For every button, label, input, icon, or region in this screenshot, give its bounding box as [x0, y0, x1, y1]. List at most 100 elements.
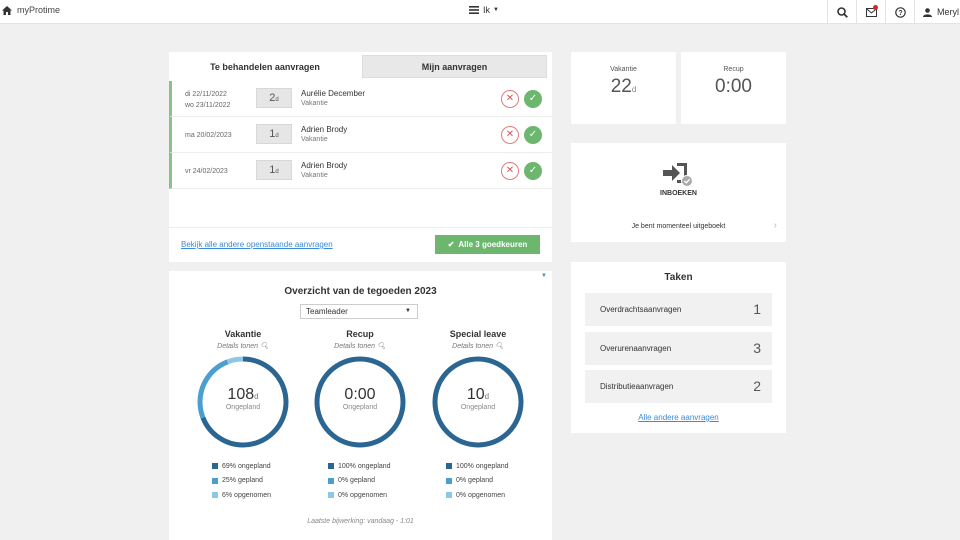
request-row[interactable]: ma 20/02/2023 1d Adrien Brody Vakantie ✕ …: [169, 117, 552, 153]
tab-mijn-aanvragen[interactable]: Mijn aanvragen: [362, 55, 547, 78]
request-type: Vakantie: [301, 100, 328, 107]
request-person-name: Adrien Brody: [301, 161, 348, 170]
donut-center: 10d Ongepland: [431, 386, 525, 411]
donut-unit: d: [484, 392, 490, 401]
balance-name: Recup: [346, 329, 374, 339]
reject-button[interactable]: ✕: [501, 126, 519, 144]
request-row[interactable]: vr 24/02/2023 1d Adrien Brody Vakantie ✕ …: [169, 153, 552, 189]
request-dates: di 22/11/2022 wo 23/11/2022: [185, 89, 230, 111]
legend-special-leave: 100% ongepland 0% gepland 0% opgenomen: [446, 459, 509, 503]
approve-button[interactable]: ✓: [524, 90, 542, 108]
stat-vakantie[interactable]: Vakantie 22d: [571, 52, 676, 124]
legend-item: 0% opgenomen: [328, 488, 391, 503]
details-link[interactable]: Details tonen 🔍︎: [310, 342, 410, 350]
legend-swatch: [446, 492, 452, 499]
chevron-right-icon: ›: [773, 220, 777, 231]
legend-recup: 100% ongepland 0% gepland 0% opgenomen: [328, 459, 391, 503]
request-person: Aurélie December Vakantie: [301, 89, 365, 109]
balance-name: Special leave: [449, 329, 507, 339]
donut-chart-vakantie: 108d Ongepland: [196, 355, 290, 449]
stat-value: 22: [610, 76, 632, 97]
task-item[interactable]: Distributieaanvragen 2: [585, 370, 772, 403]
request-days-badge: 2d: [256, 88, 292, 108]
team-filter-select[interactable]: Teamleader ▼: [300, 304, 418, 319]
donut-value: 0:00: [344, 386, 376, 403]
notification-dot: [873, 5, 878, 10]
request-type: Vakantie: [301, 172, 328, 179]
last-updated: Laatste bijwerking: vandaag - 1:01: [307, 518, 414, 525]
request-dates: vr 24/02/2023: [185, 166, 228, 177]
legend-label: 100% ongepland: [456, 462, 509, 470]
request-row[interactable]: di 22/11/2022 wo 23/11/2022 2d Aurélie D…: [169, 81, 552, 117]
clock-status: Je bent momenteel uitgeboekt: [631, 223, 726, 230]
request-days-unit: d: [275, 133, 279, 139]
approve-button[interactable]: ✓: [524, 126, 542, 144]
request-person: Adrien Brody Vakantie: [301, 125, 347, 145]
top-bar: myProtime Ik ▼ ? Meryl: [0, 0, 960, 24]
magnifier-icon: 🔍︎: [376, 343, 386, 350]
task-label: Overurenaanvragen: [600, 344, 672, 353]
reject-button[interactable]: ✕: [501, 162, 519, 180]
donut-chart-recup: 0:00 Ongepland: [313, 355, 407, 449]
collapse-icon[interactable]: ▼: [541, 273, 547, 279]
clock-in-card[interactable]: INBOEKEN Je bent momenteel uitgeboekt ›: [571, 143, 786, 242]
donut-chart-special-leave: 10d Ongepland: [431, 355, 525, 449]
request-date-start: di 22/11/2022: [185, 91, 227, 98]
user-menu-dropdown[interactable]: Ik ▼: [469, 5, 499, 15]
home-icon: [2, 5, 12, 15]
request-type: Vakantie: [301, 136, 328, 143]
legend-swatch: [328, 492, 334, 499]
balance-name: Vakantie: [224, 329, 262, 339]
search-button[interactable]: [827, 0, 856, 24]
details-label: Details tonen: [452, 343, 493, 350]
donut-value: 10: [466, 386, 485, 403]
details-link[interactable]: Details tonen 🔍︎: [428, 342, 528, 350]
balance-overview-card: ▼ Overzicht van de tegoeden 2023 Teamlea…: [169, 271, 552, 540]
request-date-start: ma 20/02/2023: [185, 132, 232, 139]
help-button[interactable]: ?: [885, 0, 914, 24]
tab-te-behandelen[interactable]: Te behandelen aanvragen: [169, 52, 361, 81]
legend-vakantie: 69% ongepland 25% gepland 6% opgenomen: [212, 459, 271, 503]
donut-sub-label: Ongepland: [460, 404, 496, 411]
donut-sub-label: Ongepland: [225, 404, 261, 411]
legend-label: 0% opgenomen: [338, 491, 388, 499]
balance-vakantie: Vakantie Details tonen 🔍︎: [193, 329, 293, 350]
legend-label: 0% gepland: [338, 477, 375, 485]
legend-label: 0% opgenomen: [456, 491, 506, 499]
legend-label: 6% opgenomen: [222, 491, 272, 499]
task-label: Overdrachtsaanvragen: [600, 305, 682, 314]
task-item[interactable]: Overdrachtsaanvragen 1: [585, 293, 772, 326]
legend-item: 100% ongepland: [446, 459, 509, 474]
stat-recup[interactable]: Recup 0:00: [681, 52, 786, 124]
task-item[interactable]: Overurenaanvragen 3: [585, 332, 772, 365]
help-icon: ?: [894, 6, 906, 18]
legend-label: 69% ongepland: [222, 462, 271, 470]
stat-label: Vakantie: [610, 66, 637, 73]
user-name: Meryl: [937, 7, 959, 17]
approve-all-button[interactable]: ✔ Alle 3 goedkeuren: [435, 235, 540, 254]
approve-button[interactable]: ✓: [524, 162, 542, 180]
user-profile-button[interactable]: Meryl: [914, 0, 960, 24]
details-link[interactable]: Details tonen 🔍︎: [193, 342, 293, 350]
legend-swatch: [212, 463, 218, 470]
legend-swatch: [446, 477, 452, 484]
clock-in-icon: [663, 163, 693, 187]
legend-item: 69% ongepland: [212, 459, 271, 474]
balance-recup: Recup Details tonen 🔍︎: [310, 329, 410, 350]
magnifier-icon: 🔍︎: [259, 343, 269, 350]
legend-label: 0% gepland: [456, 477, 493, 485]
approve-all-label: Alle 3 goedkeuren: [458, 240, 528, 249]
messages-button[interactable]: [856, 0, 885, 24]
donut-unit: d: [254, 392, 259, 401]
tasks-title: Taken: [664, 272, 693, 283]
all-other-requests-link[interactable]: Alle andere aanvragen: [571, 413, 786, 422]
donut-sub-label: Ongepland: [342, 404, 378, 411]
reject-button[interactable]: ✕: [501, 90, 519, 108]
top-icons: ? Meryl: [827, 0, 960, 24]
brand[interactable]: myProtime: [2, 5, 60, 15]
view-all-requests-link[interactable]: Bekijk alle andere openstaande aanvragen: [181, 240, 333, 249]
svg-text:?: ?: [898, 10, 902, 17]
legend-item: 0% gepland: [328, 474, 391, 489]
legend-swatch: [446, 463, 452, 470]
donut-value: 108: [227, 386, 255, 403]
